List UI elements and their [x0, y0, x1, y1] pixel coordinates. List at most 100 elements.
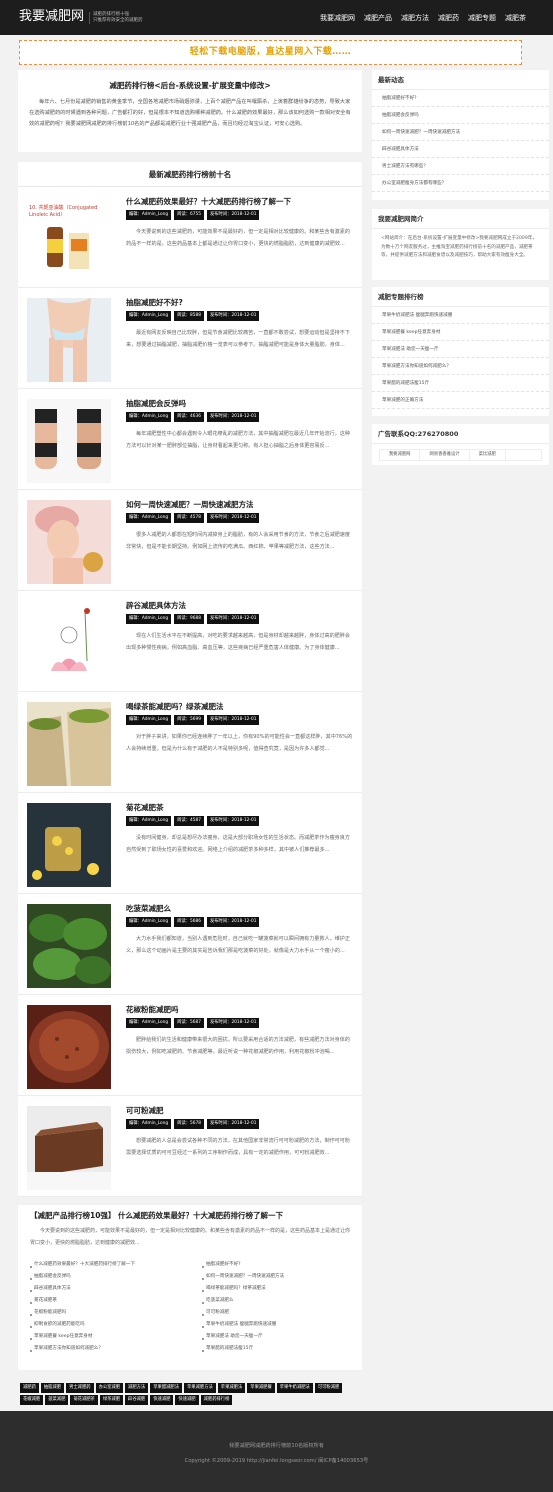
- related-title[interactable]: 【减肥产品排行榜10强】 什么减肥药效果最好？十大减肥药排行榜了解一下: [30, 1210, 283, 1221]
- tag[interactable]: 男士减肥药: [66, 1383, 94, 1393]
- related-link[interactable]: 花椒粉能减肥吗: [30, 1310, 66, 1317]
- related-link[interactable]: 菊花减肥茶: [30, 1298, 57, 1305]
- related-link[interactable]: 苹果牛奶减肥法 瘦腿奔跑快速减腰: [202, 1322, 276, 1329]
- sidebar-topic-item[interactable]: 苹果减肥的正确方法: [372, 392, 549, 409]
- related-link[interactable]: 吃菠菜减肥么: [202, 1298, 234, 1305]
- intro-box: 减肥药排行榜<后台-系统设置-扩展变量中修改> 每年六、七月份是减肥药销售的黄金…: [18, 70, 362, 152]
- sidebar-news-item[interactable]: 辟谷减肥具体方法: [372, 141, 549, 158]
- article-title[interactable]: 菊花减肥茶: [126, 802, 164, 813]
- tag[interactable]: 辟谷减肥: [125, 1395, 149, 1405]
- meta-date: 发布时间：2018-12-01: [206, 412, 260, 422]
- sidebar-topic-item[interactable]: 苹果减肥餐 keep任意奔身材: [372, 324, 549, 341]
- tag[interactable]: 减肥方法: [125, 1383, 149, 1393]
- article-item[interactable]: 辟谷减肥具体方法 编辑：Admin_Long 阅读：9688 发布时间：2018-1…: [18, 591, 362, 692]
- article-item[interactable]: 抽脂减肥好不好? 编辑：Admin_Long 阅读：8588 发布时间：2018-1…: [18, 288, 362, 389]
- tag[interactable]: 可可粉减肥: [314, 1383, 343, 1393]
- article-item[interactable]: 花椒粉能减肥吗 编辑：Admin_Long 阅读：5687 发布时间：2018-12…: [18, 995, 362, 1096]
- sidebar-news-item[interactable]: 办公室减肥瘦身方法都有哪些？: [372, 175, 549, 192]
- related-link[interactable]: 如何一周快速减肥？一周快速减肥方法: [202, 1274, 284, 1281]
- tag[interactable]: 绿茶减肥: [99, 1395, 124, 1405]
- article-title[interactable]: 吃菠菜减肥么: [126, 903, 171, 914]
- sidebar-topic-item[interactable]: 苹果减肥法 助您一天瘦一斤: [372, 341, 549, 358]
- related-link[interactable]: 抽脂减肥好不好?: [202, 1262, 241, 1269]
- related-link[interactable]: 抽脂减肥会反弹吗: [30, 1274, 71, 1281]
- article-title[interactable]: 喝绿茶能减肥吗？绿茶减肥法: [126, 701, 224, 712]
- related-link[interactable]: 苹果减肥方法你知道如何减肥么？: [30, 1346, 103, 1353]
- article-thumbnail[interactable]: [27, 601, 111, 685]
- sidebar-ad-title: 广告联系QQ:276270800: [372, 424, 549, 444]
- article-title[interactable]: 花椒粉能减肥吗: [126, 1004, 179, 1015]
- ad-link[interactable]: 网易香香雅设计: [420, 450, 470, 461]
- related-link[interactable]: 苹果减肥餐 keep任意奔身材: [30, 1334, 92, 1341]
- tag[interactable]: 抽脂减肥: [40, 1383, 65, 1393]
- article-title[interactable]: 抽脂减肥好不好?: [126, 297, 183, 308]
- tag[interactable]: 苹果减肥餐: [247, 1383, 275, 1393]
- sidebar-news-item[interactable]: 抽脂减肥好不好?: [372, 90, 549, 107]
- meta-views: 阅读：6755: [174, 210, 204, 220]
- nav-tea[interactable]: 减肥茶: [505, 13, 526, 23]
- article-excerpt: 想要减肥的人总是会尝试各种不同的方法，在其他国家非常流行可可粉减肥的方法，制作可…: [126, 1138, 350, 1156]
- sidebar-news-item[interactable]: 抽脂减肥会反弹吗: [372, 107, 549, 124]
- tag[interactable]: 苹果醋减肥法: [150, 1383, 183, 1393]
- article-title[interactable]: 什么减肥药效果最好？十大减肥药排行榜了解一下: [126, 196, 291, 207]
- sidebar-topic-item[interactable]: 苹果牛奶减肥法 瘦腿奔跑快速减腰: [372, 307, 549, 324]
- nav-methods[interactable]: 减肥方法: [401, 13, 429, 23]
- article-thumbnail[interactable]: [27, 803, 111, 887]
- tag[interactable]: 减肥药: [20, 1383, 39, 1393]
- tag[interactable]: 苹果减肥方法: [184, 1383, 216, 1393]
- sidebar-news-item[interactable]: 如何一周快速减肥？一周快速减肥方法: [372, 124, 549, 141]
- article-item[interactable]: 可可粉减肥 编辑：Admin_Long 阅读：5678 发布时间：2018-12-0…: [18, 1096, 362, 1197]
- related-link[interactable]: 喝绿茶能减肥吗？绿茶减肥法: [202, 1286, 266, 1293]
- sidebar-news-item[interactable]: 男士减肥方法有哪些？: [372, 158, 549, 175]
- tag[interactable]: 减肥药排行榜: [200, 1395, 233, 1405]
- sidebar-topic-item[interactable]: 苹果减肥方法你知道如何减肥么？: [372, 358, 549, 375]
- article-thumbnail[interactable]: [27, 399, 111, 483]
- related-link[interactable]: 可可粉减肥: [202, 1310, 229, 1317]
- article-title[interactable]: 辟谷减肥具体方法: [126, 600, 186, 611]
- article-thumbnail[interactable]: [27, 1106, 111, 1190]
- article-item[interactable]: 如何一周快速减肥？一周快速减肥方法 编辑：Admin_Long 阅读：4578 发布…: [18, 490, 362, 591]
- meta-views: 阅读：5687: [174, 1018, 204, 1028]
- related-box: 【减肥产品排行榜10强】 什么减肥药效果最好？十大减肥药排行榜了解一下 今天要说…: [18, 1205, 362, 1370]
- related-link[interactable]: 苹果醋的减肥法瘦15斤: [202, 1346, 253, 1353]
- article-thumbnail[interactable]: [27, 298, 111, 382]
- tag[interactable]: 菠菜减肥: [45, 1395, 69, 1405]
- related-link[interactable]: 辟谷减肥具体方法: [30, 1286, 71, 1293]
- article-item[interactable]: 10. 共轭亚油酸（Conjugated Linoleic Acid） 什么减肥药…: [18, 187, 362, 288]
- tag[interactable]: 办公室减肥: [95, 1383, 124, 1393]
- article-thumbnail[interactable]: [27, 500, 111, 584]
- article-thumbnail[interactable]: 10. 共轭亚油酸（Conjugated Linoleic Acid）: [27, 197, 111, 281]
- nav-topics[interactable]: 减肥专题: [468, 13, 496, 23]
- article-excerpt: 很多人减肥的人都想在短时间内减掉身上的脂肪，有的人会采用节食的方法，节食之后减肥…: [126, 532, 350, 550]
- nav-drugs[interactable]: 减肥药: [438, 13, 459, 23]
- tag[interactable]: 菊花减肥茶: [70, 1395, 98, 1405]
- article-thumbnail[interactable]: [27, 1005, 111, 1089]
- article-item[interactable]: 喝绿茶能减肥吗？绿茶减肥法 编辑：Admin_Long 阅读：5699 发布时间：2…: [18, 692, 362, 793]
- article-title[interactable]: 可可粉减肥: [126, 1105, 164, 1116]
- article-thumbnail[interactable]: [27, 702, 111, 786]
- site-logo[interactable]: 我要减肥网: [19, 9, 84, 25]
- tag[interactable]: 苹果减肥法: [217, 1383, 246, 1393]
- tag[interactable]: 快速减肥: [150, 1395, 174, 1405]
- meta-views: 阅读：4578: [174, 513, 204, 523]
- nav-home[interactable]: 我要减肥网: [320, 13, 355, 23]
- sidebar-topic-item[interactable]: 苹果醋的减肥法瘦15斤: [372, 375, 549, 392]
- related-link[interactable]: 苹果减肥法 助您一天瘦一斤: [202, 1334, 263, 1341]
- ad-banner[interactable]: 轻松下载电脑版，直达星网入下载……: [19, 40, 522, 65]
- tag[interactable]: 花椒减肥: [20, 1395, 44, 1405]
- meta-views: 阅读：9688: [174, 614, 204, 624]
- meta-date: 发布时间：2018-12-01: [206, 311, 260, 321]
- article-item[interactable]: 菊花减肥茶 编辑：Admin_Long 阅读：4587 发布时间：2018-12-0…: [18, 793, 362, 894]
- article-thumbnail[interactable]: [27, 904, 111, 988]
- article-item[interactable]: 抽脂减肥会反弹吗 编辑：Admin_Long 阅读：4636 发布时间：2018-1…: [18, 389, 362, 490]
- nav-products[interactable]: 减肥产品: [364, 13, 392, 23]
- ad-link[interactable]: 我要减肥网: [380, 450, 421, 461]
- article-item[interactable]: 吃菠菜减肥么 编辑：Admin_Long 阅读：5686 发布时间：2018-12-…: [18, 894, 362, 995]
- related-link[interactable]: 什么减肥药效果最好？十大减肥药排行榜了解一下: [30, 1262, 135, 1269]
- related-link[interactable]: 抑制食欲的减肥药能吃吗: [30, 1322, 85, 1329]
- tag[interactable]: 快速减肥: [175, 1395, 199, 1405]
- tag[interactable]: 苹果牛奶减肥法: [276, 1383, 313, 1393]
- article-title[interactable]: 抽脂减肥会反弹吗: [126, 398, 186, 409]
- article-title[interactable]: 如何一周快速减肥？一周快速减肥方法: [126, 499, 254, 510]
- ad-link[interactable]: 菜比减肥: [470, 450, 506, 461]
